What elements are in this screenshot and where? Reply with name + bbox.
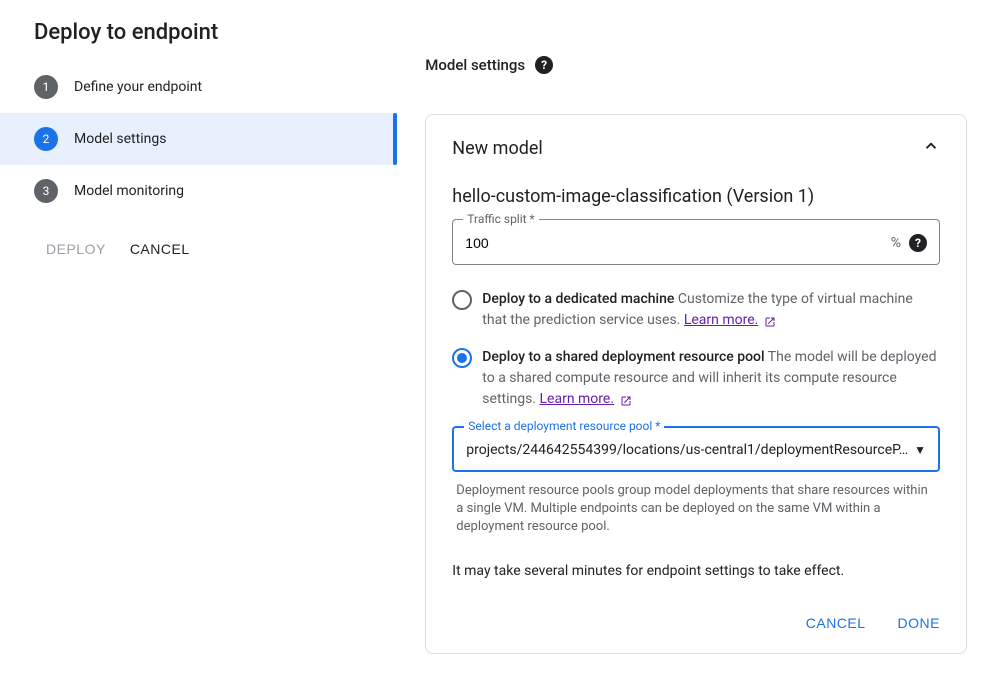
card-done-button[interactable]: DONE bbox=[898, 615, 940, 631]
chevron-up-icon bbox=[922, 137, 940, 160]
warning-text: It may take several minutes for endpoint… bbox=[452, 563, 940, 579]
percent-suffix: % bbox=[891, 235, 901, 251]
learn-more-link[interactable]: Learn more. bbox=[684, 312, 759, 328]
radio-text: Deploy to a dedicated machine Customize … bbox=[482, 289, 940, 331]
cancel-button[interactable]: CANCEL bbox=[130, 241, 190, 257]
radio-text: Deploy to a shared deployment resource p… bbox=[482, 347, 940, 410]
step-label: Define your endpoint bbox=[74, 79, 202, 95]
card-cancel-button[interactable]: CANCEL bbox=[806, 615, 866, 631]
traffic-split-label: Traffic split * bbox=[463, 212, 538, 226]
deploy-radio-group: Deploy to a dedicated machine Customize … bbox=[452, 289, 940, 410]
dropdown-arrow-icon: ▼ bbox=[914, 443, 926, 457]
step-model-settings[interactable]: 2 Model settings bbox=[0, 113, 397, 165]
model-card: New model hello-custom-image-classificat… bbox=[425, 114, 967, 654]
card-header[interactable]: New model bbox=[452, 137, 940, 160]
external-link-icon bbox=[620, 393, 632, 405]
select-value: projects/244642554399/locations/us-centr… bbox=[466, 442, 908, 458]
radio-icon[interactable] bbox=[452, 348, 472, 368]
model-name: hello-custom-image-classification (Versi… bbox=[452, 186, 940, 207]
sidebar: Deploy to endpoint 1 Define your endpoin… bbox=[0, 0, 397, 685]
step-num-3: 3 bbox=[34, 179, 58, 203]
step-num-1: 1 bbox=[34, 75, 58, 99]
external-link-icon bbox=[764, 314, 776, 326]
card-title: New model bbox=[452, 138, 543, 159]
radio-title: Deploy to a dedicated machine bbox=[482, 291, 674, 307]
help-icon[interactable]: ? bbox=[535, 56, 553, 74]
learn-more-link[interactable]: Learn more. bbox=[540, 391, 615, 407]
radio-icon[interactable] bbox=[452, 290, 472, 310]
traffic-split-field[interactable]: Traffic split * % ? bbox=[452, 219, 940, 265]
step-define-endpoint[interactable]: 1 Define your endpoint bbox=[0, 61, 397, 113]
select-label: Select a deployment resource pool * bbox=[464, 419, 664, 433]
step-list: 1 Define your endpoint 2 Model settings … bbox=[0, 61, 397, 217]
page-title: Deploy to endpoint bbox=[0, 20, 397, 61]
resource-pool-select[interactable]: Select a deployment resource pool * proj… bbox=[452, 426, 940, 472]
step-num-2: 2 bbox=[34, 127, 58, 151]
select-helper-text: Deployment resource pools group model de… bbox=[456, 482, 936, 537]
main-content: Model settings ? New model hello-custom-… bbox=[397, 0, 987, 685]
deploy-button[interactable]: DEPLOY bbox=[46, 241, 106, 257]
radio-dedicated[interactable]: Deploy to a dedicated machine Customize … bbox=[452, 289, 940, 331]
section-header: Model settings ? bbox=[425, 56, 967, 74]
help-icon[interactable]: ? bbox=[909, 234, 927, 252]
section-title-text: Model settings bbox=[425, 56, 525, 74]
step-label: Model monitoring bbox=[74, 183, 184, 199]
traffic-split-input[interactable] bbox=[465, 235, 890, 251]
sidebar-actions: DEPLOY CANCEL bbox=[0, 217, 397, 257]
radio-title: Deploy to a shared deployment resource p… bbox=[482, 349, 764, 365]
radio-shared[interactable]: Deploy to a shared deployment resource p… bbox=[452, 347, 940, 410]
step-label: Model settings bbox=[74, 131, 166, 147]
card-actions: CANCEL DONE bbox=[452, 615, 940, 631]
step-model-monitoring[interactable]: 3 Model monitoring bbox=[0, 165, 397, 217]
